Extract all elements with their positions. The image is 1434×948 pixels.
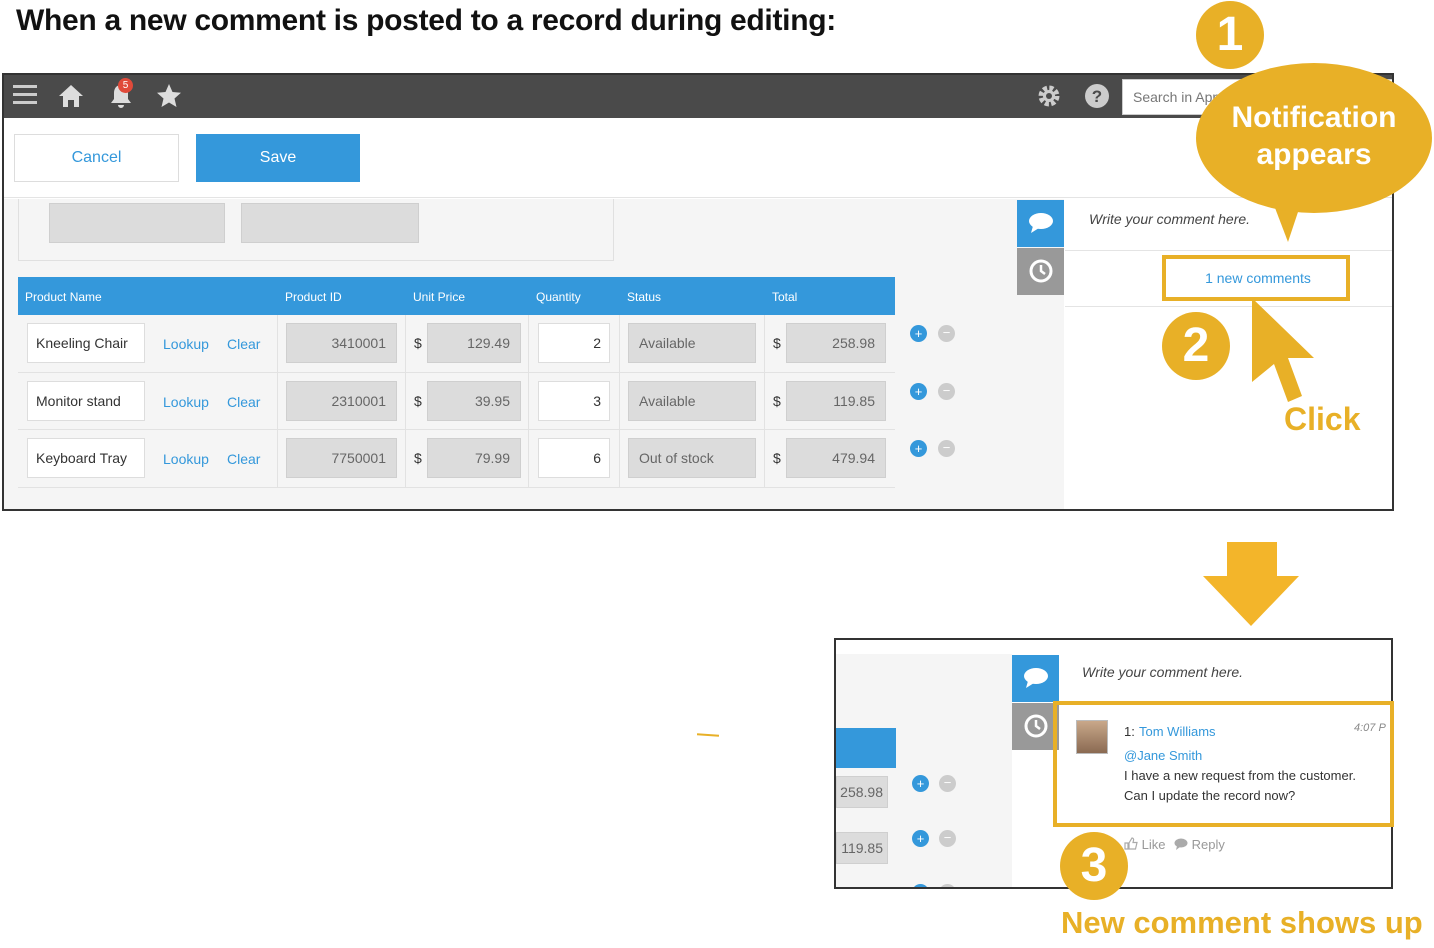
top-bar: 5 ? Search in App xyxy=(4,75,1392,118)
lookup-link[interactable]: Lookup xyxy=(163,394,209,410)
quantity-field[interactable]: 3 xyxy=(538,380,610,421)
total-field: 119.85 xyxy=(836,832,888,864)
highlight-box-new-comments xyxy=(1162,255,1350,301)
page-heading: When a new comment is posted to a record… xyxy=(16,4,836,37)
table-row: Kneeling Chair Lookup Clear 3410001 $ 12… xyxy=(18,315,895,373)
comment-input[interactable]: Write your comment here. xyxy=(1060,654,1391,704)
header-status: Status xyxy=(627,290,662,304)
product-table: Product Name Product ID Unit Price Quant… xyxy=(18,277,895,488)
status-field: Out of stock xyxy=(628,438,756,478)
svg-text:?: ? xyxy=(1092,87,1102,106)
remove-row-icon[interactable]: − xyxy=(939,830,956,847)
unit-price-field: 79.99 xyxy=(427,438,521,478)
field-group xyxy=(18,199,614,261)
reply-label: Reply xyxy=(1191,837,1225,852)
cancel-button[interactable]: Cancel xyxy=(14,134,179,182)
comment-panel: Write your comment here. 1 new comments xyxy=(1065,199,1392,509)
total-field: 479.94 xyxy=(786,438,886,478)
remove-row-icon[interactable]: − xyxy=(938,325,955,342)
history-tab-icon[interactable] xyxy=(1012,703,1059,750)
product-name-field[interactable]: Monitor stand xyxy=(27,380,145,421)
thumbs-up-icon xyxy=(1124,837,1138,850)
notification-badge: 5 xyxy=(118,78,133,93)
add-row-icon[interactable]: + xyxy=(910,383,927,400)
currency-symbol: $ xyxy=(414,335,422,351)
unit-price-field: 129.49 xyxy=(427,323,521,363)
remove-row-icon[interactable]: − xyxy=(938,440,955,457)
clear-link[interactable]: Clear xyxy=(227,336,260,352)
header-total: Total xyxy=(772,290,798,304)
hamburger-icon[interactable] xyxy=(10,82,40,112)
total-field: 119.85 xyxy=(786,380,886,421)
currency-symbol: $ xyxy=(773,335,781,351)
comment-tab-icon[interactable] xyxy=(1017,200,1064,247)
status-field: Available xyxy=(628,323,756,363)
like-label: Like xyxy=(1141,837,1166,852)
lookup-link[interactable]: Lookup xyxy=(163,336,209,352)
quantity-field[interactable]: 2 xyxy=(538,323,610,363)
currency-symbol: $ xyxy=(773,392,781,409)
product-id-field: 2310001 xyxy=(286,380,397,421)
product-id-field: 7750001 xyxy=(286,438,397,478)
product-name-field[interactable]: Keyboard Tray xyxy=(27,438,145,478)
speech-bubble-icon xyxy=(1174,838,1188,850)
add-row-icon[interactable]: + xyxy=(912,775,929,792)
currency-symbol: $ xyxy=(414,450,422,466)
header-product-id: Product ID xyxy=(285,290,342,304)
cursor-pointer-icon xyxy=(1252,298,1314,402)
like-button[interactable]: Like xyxy=(1124,837,1165,852)
table-row: Keyboard Tray Lookup Clear 7750001 $ 79.… xyxy=(18,430,895,488)
add-row-icon[interactable]: + xyxy=(910,325,927,342)
currency-symbol: $ xyxy=(773,450,781,466)
save-button[interactable]: Save xyxy=(196,134,360,182)
step-3-badge: 3 xyxy=(1060,832,1128,900)
table-row: Monitor stand Lookup Clear 2310001 $ 39.… xyxy=(18,372,895,430)
status-field: Available xyxy=(628,380,756,421)
notification-callout-line1: Notification xyxy=(1231,101,1397,134)
comment-tab-icon[interactable] xyxy=(1012,655,1059,702)
total-field: 258.98 xyxy=(786,323,886,363)
currency-symbol: $ xyxy=(414,392,422,409)
reply-button[interactable]: Reply xyxy=(1174,837,1225,852)
table-header: Product Name Product ID Unit Price Quant… xyxy=(18,277,895,315)
unit-price-field: 39.95 xyxy=(427,380,521,421)
home-icon[interactable] xyxy=(56,82,86,112)
clear-link[interactable]: Clear xyxy=(227,394,260,410)
decorative-mark xyxy=(696,733,720,737)
highlight-box-new-comment xyxy=(1053,701,1394,827)
total-field: 258.98 xyxy=(836,776,888,808)
help-icon[interactable]: ? xyxy=(1082,82,1112,112)
readonly-field xyxy=(49,203,225,243)
add-row-icon[interactable]: + xyxy=(912,830,929,847)
product-name-field[interactable]: Kneeling Chair xyxy=(27,323,145,363)
remove-row-icon[interactable]: − xyxy=(938,383,955,400)
step-2-badge: 2 xyxy=(1162,312,1230,380)
click-label: Click xyxy=(1284,401,1361,437)
clear-link[interactable]: Clear xyxy=(227,451,260,467)
action-bar: Cancel Save xyxy=(4,118,1392,198)
quantity-field[interactable]: 6 xyxy=(538,438,610,478)
remove-row-icon[interactable]: − xyxy=(939,775,956,792)
step-1-badge: 1 xyxy=(1196,1,1264,69)
product-id-field: 3410001 xyxy=(286,323,397,363)
table-header-partial xyxy=(836,728,896,768)
lookup-link[interactable]: Lookup xyxy=(163,451,209,467)
gear-icon[interactable] xyxy=(1034,82,1064,112)
notification-callout-line2: appears xyxy=(1256,138,1372,171)
readonly-field xyxy=(241,203,419,243)
header-product-name: Product Name xyxy=(25,290,102,304)
arrow-down-icon xyxy=(1203,542,1299,626)
notification-callout: Notification appears xyxy=(1196,63,1432,213)
new-comment-label: New comment shows up xyxy=(1061,905,1423,940)
header-unit-price: Unit Price xyxy=(413,290,466,304)
history-tab-icon[interactable] xyxy=(1017,248,1064,295)
header-quantity: Quantity xyxy=(536,290,581,304)
add-row-icon[interactable]: + xyxy=(910,440,927,457)
star-icon[interactable] xyxy=(154,82,184,112)
